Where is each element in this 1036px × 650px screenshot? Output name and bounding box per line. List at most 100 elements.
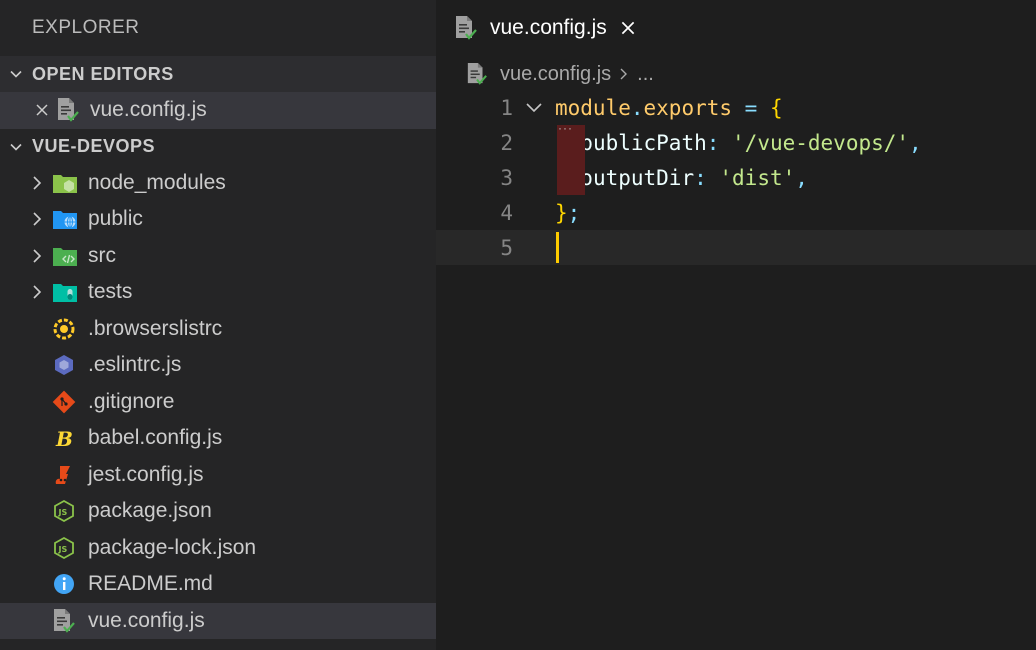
tree-item-node-modules[interactable]: node_modules	[0, 165, 436, 202]
eslint-icon	[52, 353, 86, 377]
token: .	[630, 95, 644, 120]
text-cursor	[556, 232, 559, 263]
indent-highlight	[557, 160, 585, 195]
tree-item-tests[interactable]: tests	[0, 274, 436, 311]
tree-item-public[interactable]: public	[0, 201, 436, 238]
js-file-icon	[52, 608, 86, 634]
file-tree: node_modules public src tests .browsersl…	[0, 165, 436, 639]
chevron-down-icon	[0, 139, 32, 155]
tree-item-label: README.md	[88, 572, 213, 596]
open-editor-label: vue.config.js	[90, 98, 207, 122]
line-number: 4	[500, 200, 513, 225]
tab-label: vue.config.js	[490, 16, 607, 39]
folded-indicator: ···	[558, 121, 573, 135]
line-number: 1	[500, 95, 513, 120]
jest-icon	[52, 463, 86, 487]
line-number: 3	[500, 165, 513, 190]
breadcrumb-file[interactable]: vue.config.js	[500, 63, 611, 86]
code-line: 4 };	[436, 195, 1036, 230]
tree-item-label: vue.config.js	[88, 608, 205, 632]
token: ,	[909, 130, 922, 155]
close-icon[interactable]	[619, 19, 637, 37]
tree-item-jest-config[interactable]: jest.config.js	[0, 457, 436, 494]
tree-item-readme[interactable]: README.md	[0, 566, 436, 603]
js-file-icon	[466, 62, 496, 86]
chevron-right-icon[interactable]	[22, 175, 52, 191]
code-editor[interactable]: 1 module.exports = { 2 publicPath: '/vue…	[436, 90, 1036, 265]
breadcrumb: vue.config.js ...	[436, 56, 1036, 92]
tests-folder-icon	[52, 281, 86, 303]
chevron-down-icon	[0, 66, 32, 82]
tree-item-label: package.json	[88, 499, 212, 523]
tree-item-package-lock-json[interactable]: JS package-lock.json	[0, 530, 436, 567]
nodejs-icon: JS	[52, 536, 86, 560]
chevron-right-icon[interactable]	[22, 211, 52, 227]
info-icon	[52, 572, 86, 596]
tree-item-label: jest.config.js	[88, 462, 204, 486]
tree-item-label: .gitignore	[88, 389, 175, 413]
js-file-icon	[56, 97, 88, 123]
code-text: publicPath: '/vue-devops/',	[555, 130, 922, 155]
token: outputDir	[580, 165, 695, 190]
tree-item-eslintrc[interactable]: .eslintrc.js	[0, 347, 436, 384]
svg-text:JS: JS	[58, 508, 68, 517]
node-modules-folder-icon	[52, 172, 86, 194]
open-editors-label: OPEN EDITORS	[32, 63, 174, 84]
tree-item-label: node_modules	[88, 170, 226, 194]
tree-item-label: public	[88, 207, 143, 231]
tree-item-label: babel.config.js	[88, 426, 223, 450]
tab-vue-config[interactable]: vue.config.js	[436, 0, 666, 56]
code-text: outputDir: 'dist',	[555, 166, 808, 190]
token: :	[694, 165, 720, 190]
token: ;	[567, 200, 581, 225]
token: publicPath	[580, 130, 707, 155]
token: ,	[795, 165, 808, 190]
open-editors-list: vue.config.js	[0, 92, 436, 129]
tree-item-src[interactable]: src	[0, 238, 436, 275]
chevron-right-icon[interactable]	[22, 248, 52, 264]
editor-area: vue.config.js vue.config.js ... 1 module…	[436, 0, 1036, 650]
nodejs-icon: JS	[52, 499, 86, 523]
breadcrumb-more[interactable]: ...	[637, 63, 654, 86]
public-folder-icon	[52, 208, 86, 230]
tree-item-babel-config[interactable]: B babel.config.js	[0, 420, 436, 457]
browserslist-icon	[52, 317, 86, 341]
token: exports	[643, 95, 733, 120]
tree-item-vue-config[interactable]: vue.config.js	[0, 602, 436, 639]
explorer-sidebar: EXPLORER OPEN EDITORS vue.config.js VUE-…	[0, 0, 436, 650]
chevron-right-icon[interactable]	[22, 284, 52, 300]
code-line: 3 outputDir: 'dist',	[436, 160, 1036, 195]
tree-item-label: .eslintrc.js	[88, 353, 182, 377]
token: module	[555, 95, 631, 120]
close-icon[interactable]	[30, 102, 54, 118]
src-folder-icon	[52, 245, 86, 267]
fold-chevron-icon[interactable]	[513, 101, 555, 115]
code-line: 2 publicPath: '/vue-devops/',	[436, 125, 1036, 160]
babel-icon: B	[52, 426, 86, 450]
svg-text:JS: JS	[58, 545, 68, 554]
token: =	[732, 95, 770, 120]
open-editor-item[interactable]: vue.config.js	[0, 92, 436, 129]
open-editors-header[interactable]: OPEN EDITORS	[0, 56, 436, 92]
project-label: VUE-DEVOPS	[32, 136, 156, 156]
chevron-right-icon	[619, 66, 629, 82]
tree-item-label: tests	[88, 280, 133, 304]
token: }	[555, 200, 568, 225]
code-text: };	[555, 201, 580, 225]
tree-item-browserslistrc[interactable]: .browserslistrc	[0, 311, 436, 348]
tree-item-package-json[interactable]: JS package.json	[0, 493, 436, 530]
project-header[interactable]: VUE-DEVOPS	[0, 128, 436, 165]
explorer-title: EXPLORER	[32, 17, 140, 38]
token: 'dist'	[719, 165, 796, 190]
token: :	[706, 130, 733, 155]
code-text: module.exports = {	[555, 96, 783, 120]
token: {	[769, 95, 783, 120]
tree-item-label: package-lock.json	[88, 535, 257, 559]
js-file-icon	[454, 15, 484, 41]
code-line-current: 5	[436, 230, 1036, 265]
svg-text:B: B	[55, 427, 73, 450]
tree-item-label: .browserslistrc	[88, 316, 223, 340]
tree-item-gitignore[interactable]: .gitignore	[0, 384, 436, 421]
line-number: 2	[500, 130, 513, 155]
tree-item-label: src	[88, 243, 116, 267]
